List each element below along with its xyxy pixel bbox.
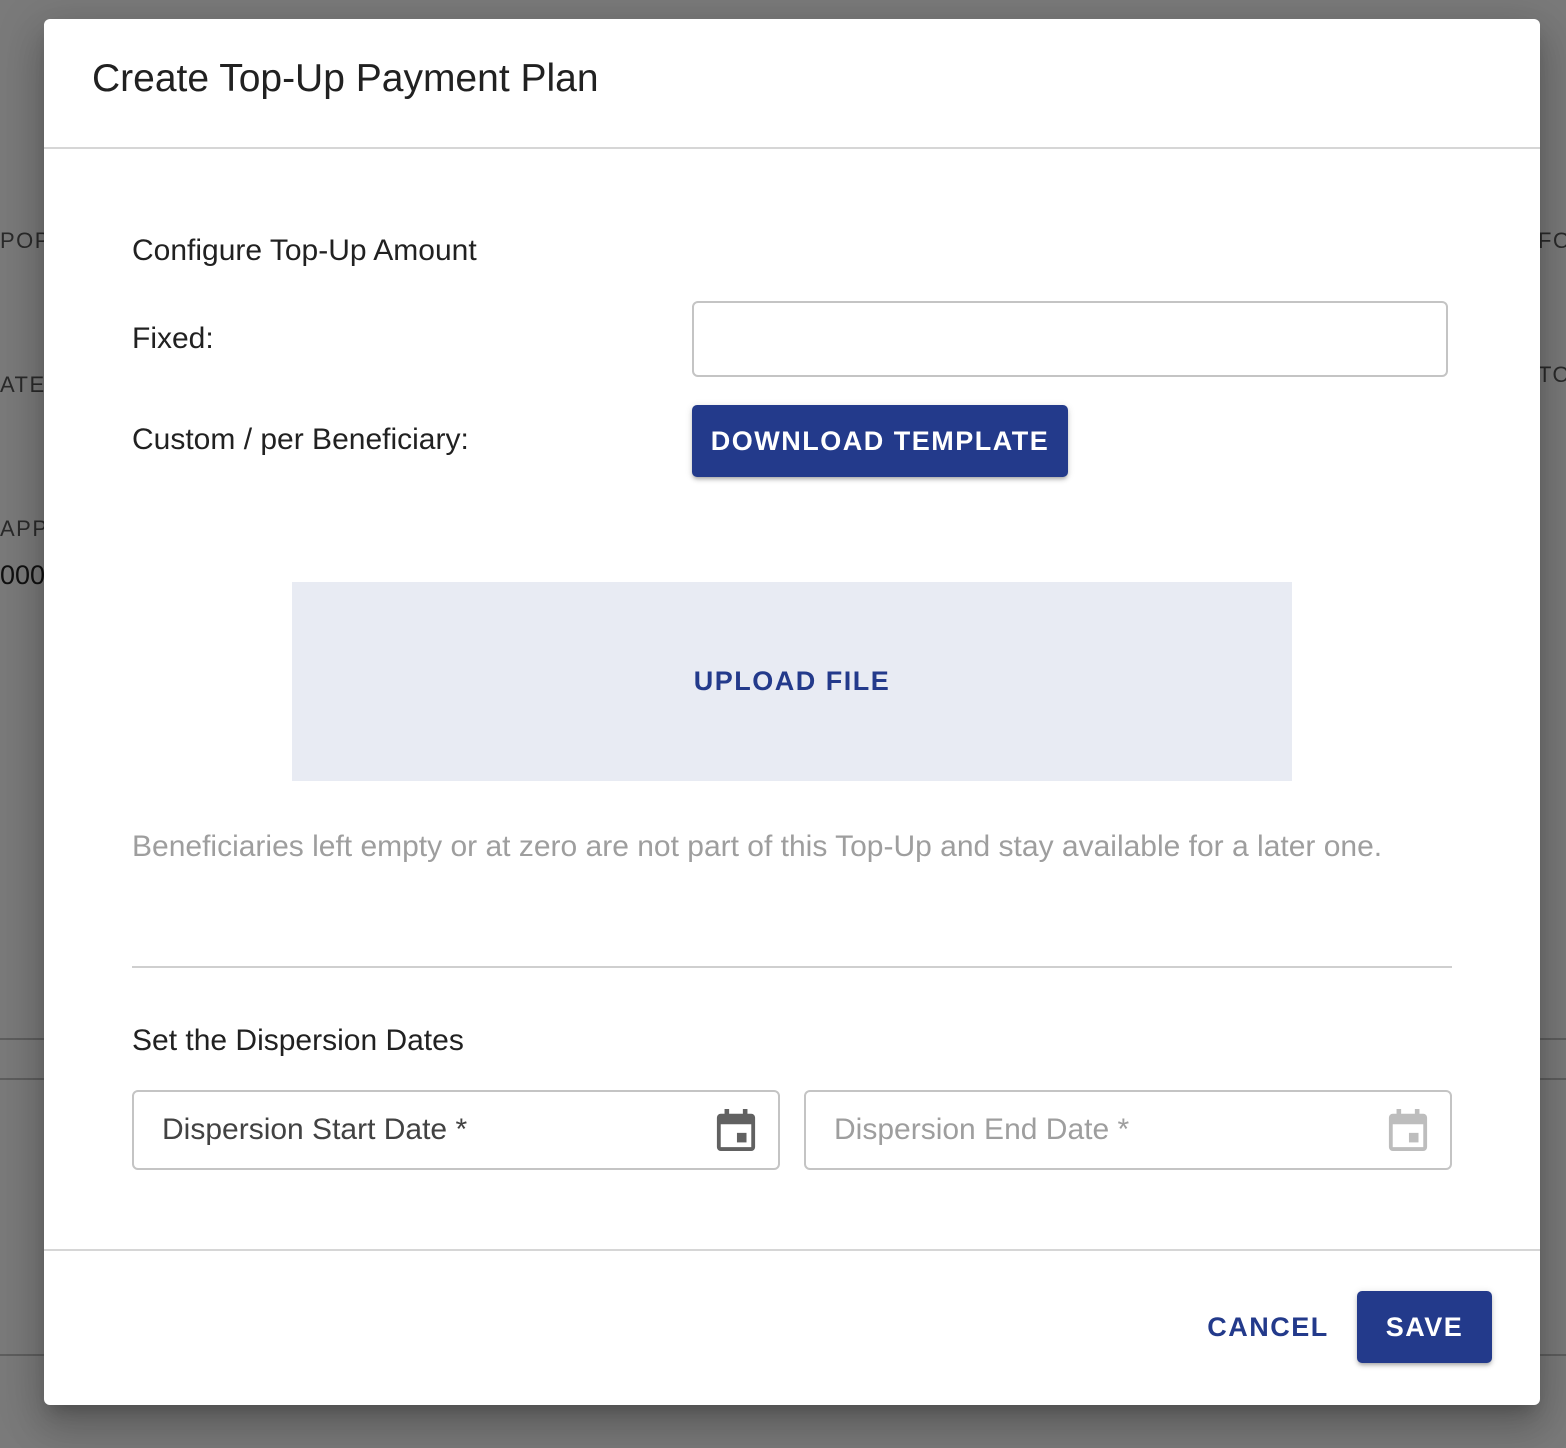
create-top-up-dialog: Create Top-Up Payment Plan Configure Top… — [44, 19, 1540, 1405]
download-template-button[interactable]: DOWNLOAD TEMPLATE — [692, 405, 1068, 477]
section-divider — [132, 966, 1452, 968]
custom-per-beneficiary-label: Custom / per Beneficiary: — [132, 423, 469, 456]
cancel-button[interactable]: CANCEL — [1198, 1291, 1338, 1363]
dialog-header: Create Top-Up Payment Plan — [44, 19, 1540, 149]
dispersion-start-date-placeholder: Dispersion Start Date * — [162, 1113, 468, 1146]
upload-file-label: UPLOAD FILE — [693, 666, 891, 696]
calendar-icon[interactable] — [1388, 1109, 1428, 1151]
fixed-amount-input[interactable] — [692, 301, 1448, 377]
helper-text: Beneficiaries left empty or at zero are … — [132, 830, 1383, 863]
dispersion-end-date-placeholder: Dispersion End Date * — [834, 1113, 1130, 1146]
amount-section-title: Configure Top-Up Amount — [132, 234, 477, 267]
dispersion-start-date-field[interactable]: Dispersion Start Date * — [132, 1090, 780, 1170]
fixed-label: Fixed: — [132, 322, 214, 355]
dialog-title: Create Top-Up Payment Plan — [92, 57, 599, 100]
calendar-icon[interactable] — [716, 1109, 756, 1151]
dialog-footer: CANCEL SAVE — [44, 1249, 1540, 1405]
dates-section-title: Set the Dispersion Dates — [132, 1024, 464, 1057]
upload-file-dropzone[interactable]: UPLOAD FILE — [292, 582, 1292, 781]
save-button[interactable]: SAVE — [1357, 1291, 1492, 1363]
dispersion-end-date-field[interactable]: Dispersion End Date * — [804, 1090, 1452, 1170]
